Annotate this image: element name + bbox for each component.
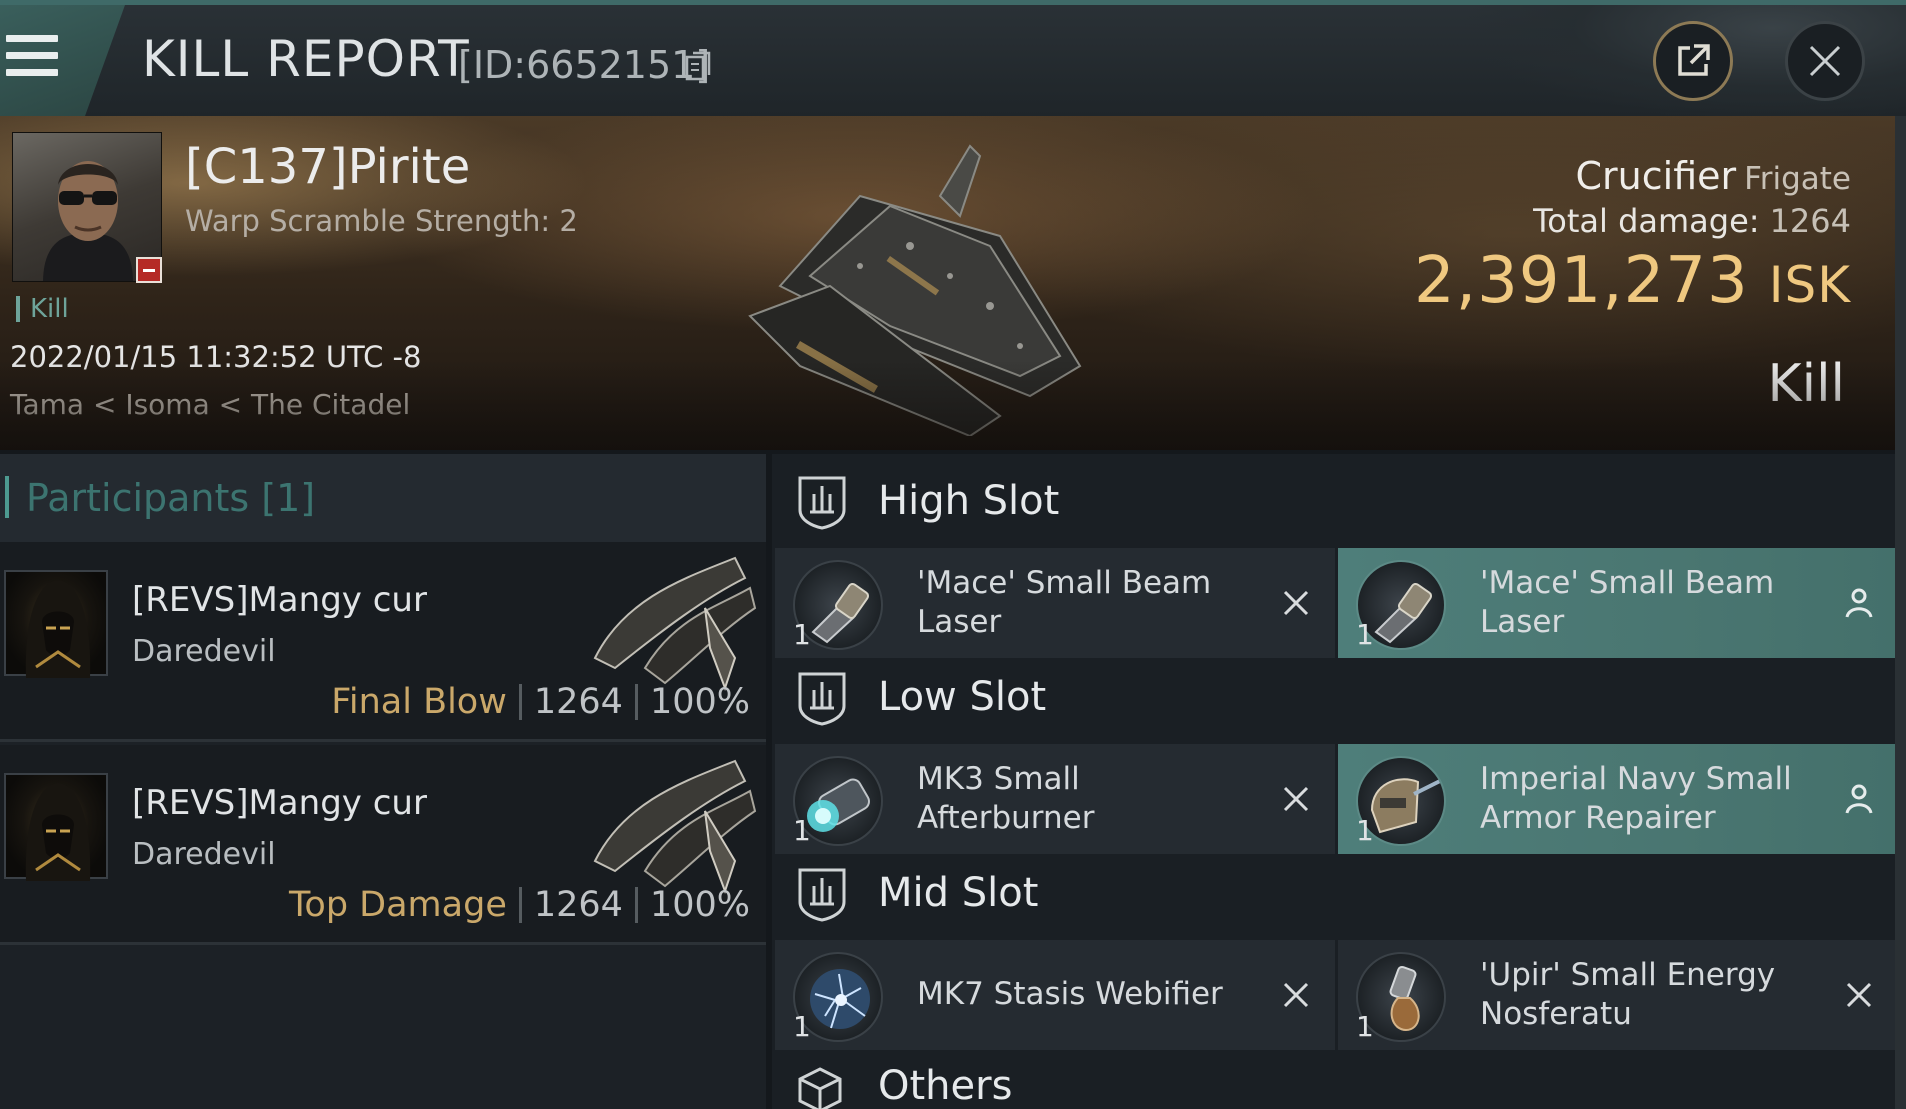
victim-name[interactable]: [C137]Pirite: [185, 139, 470, 195]
participants-title: Participants [1]: [26, 476, 316, 520]
ship-class: Frigate: [1744, 161, 1851, 197]
module-name: 'Mace' Small Beam Laser: [917, 565, 1212, 640]
module-item[interactable]: 1 Imperial Navy Small Armor Repairer: [1338, 744, 1898, 854]
module-name: Imperial Navy Small Armor Repairer: [1480, 761, 1792, 836]
participant-percent: 100%: [649, 885, 750, 925]
module-qty: 1: [793, 1010, 811, 1043]
fitting-panel: High Slot 1 'Mace' Small Beam Laser 1 'M…: [772, 454, 1906, 1109]
participant-name[interactable]: [REVS]Mangy cur: [132, 580, 427, 620]
kill-datetime: 2022/01/15 11:32:52 UTC -8: [10, 340, 422, 374]
module-name: 'Upir' Small Energy Nosferatu: [1480, 957, 1776, 1032]
hooded-pilot-image: [25, 580, 91, 678]
participant-row[interactable]: [REVS]Mangy cur Daredevil Top Damage 126…: [0, 745, 766, 945]
module-qty: 1: [793, 814, 811, 847]
module-qty: 1: [1356, 618, 1374, 651]
low-slot-header: Low Slot: [772, 650, 1906, 744]
participant-role: Top Damage: [288, 885, 507, 925]
participants-panel: Participants [1] [REVS]Mangy cur Daredev…: [0, 454, 766, 1109]
isk-value: 2,391,273 ISK: [1414, 244, 1851, 318]
victim-ship-render[interactable]: [740, 136, 1130, 436]
total-damage-label: Total damage:: [1533, 202, 1760, 240]
destroyed-x-icon: [1846, 982, 1872, 1008]
mid-slot-header: Mid Slot: [772, 846, 1906, 940]
warp-scramble-strength: Warp Scramble Strength: 2: [185, 204, 578, 238]
copy-icon[interactable]: [685, 51, 711, 83]
others-label: Others: [878, 1063, 1013, 1109]
participant-ship: Daredevil: [132, 634, 276, 669]
participant-portrait[interactable]: [4, 570, 108, 678]
high-slot-icon: [798, 476, 846, 530]
kill-type-tag: Kill: [16, 296, 69, 322]
module-item[interactable]: 1 MK3 Small Afterburner: [775, 744, 1335, 854]
participant-ship: Daredevil: [132, 837, 276, 872]
divider: [634, 887, 638, 923]
header-bar: KILL REPORT [ID:6652151]: [0, 0, 1906, 121]
module-name: 'Mace' Small Beam Laser: [1480, 565, 1775, 640]
module-name: MK7 Stasis Webifier: [917, 976, 1223, 1012]
participants-header[interactable]: Participants [1]: [0, 454, 766, 542]
participant-ship-render[interactable]: [585, 751, 760, 901]
others-header: Others: [772, 1051, 1906, 1109]
isk-unit: ISK: [1768, 256, 1851, 314]
divider: [518, 887, 522, 923]
cargo-box-icon: [798, 1067, 842, 1109]
ship-name: Crucifier: [1575, 154, 1737, 198]
victim-ship-type[interactable]: Crucifier Frigate: [1576, 154, 1851, 198]
low-slot-label: Low Slot: [878, 674, 1047, 720]
participant-damage: 1264: [533, 885, 623, 925]
module-item[interactable]: 1 'Mace' Small Beam Laser: [775, 548, 1335, 658]
destroyed-x-icon: [1283, 982, 1309, 1008]
mid-slot-label: Mid Slot: [878, 870, 1039, 916]
participant-row[interactable]: [REVS]Mangy cur Daredevil Final Blow 126…: [0, 542, 766, 742]
window-edge: [1895, 116, 1906, 1109]
module-qty: 1: [1356, 814, 1374, 847]
module-qty: 1: [793, 618, 811, 651]
kill-id: [ID:6652151]: [458, 43, 711, 87]
close-button[interactable]: [1785, 21, 1865, 101]
page-title: KILL REPORT: [142, 30, 470, 88]
participants-accent-bar: [5, 476, 9, 518]
close-icon: [1809, 45, 1841, 77]
divider: [518, 684, 522, 720]
external-link-icon: [1678, 44, 1710, 76]
share-button[interactable]: [1653, 21, 1733, 101]
participant-percent: 100%: [649, 682, 750, 722]
dropped-person-icon: [1845, 784, 1873, 814]
participant-stats: Top Damage 1264 100%: [289, 885, 750, 925]
destroyed-x-icon: [1283, 786, 1309, 812]
hamburger-menu-icon[interactable]: [6, 35, 58, 79]
high-slot-label: High Slot: [878, 478, 1060, 524]
hostile-status-badge: [136, 257, 162, 283]
kill-location[interactable]: Tama < Isoma < The Citadel: [10, 388, 410, 421]
participant-stats: Final Blow 1264 100%: [331, 682, 750, 722]
participant-role: Final Blow: [331, 682, 507, 722]
isk-amount: 2,391,273: [1414, 244, 1749, 318]
destroyed-x-icon: [1283, 590, 1309, 616]
participant-damage: 1264: [533, 682, 623, 722]
participant-name[interactable]: [REVS]Mangy cur: [132, 783, 427, 823]
menu-button[interactable]: [0, 5, 125, 116]
module-qty: 1: [1356, 1010, 1374, 1043]
module-item[interactable]: 1 'Upir' Small Energy Nosferatu: [1338, 940, 1898, 1050]
total-damage-value: 1264: [1769, 202, 1851, 240]
participant-ship-render[interactable]: [585, 548, 760, 698]
hooded-pilot-image: [25, 783, 91, 881]
high-slot-header: High Slot: [772, 454, 1906, 548]
total-damage: Total damage: 1264: [1533, 202, 1851, 240]
kill-result: Kill: [1767, 354, 1845, 414]
module-name: MK3 Small Afterburner: [917, 761, 1095, 836]
module-item[interactable]: 1 MK7 Stasis Webifier: [775, 940, 1335, 1050]
participant-portrait[interactable]: [4, 773, 108, 881]
dropped-person-icon: [1845, 588, 1873, 618]
low-slot-icon: [798, 672, 846, 726]
victim-banner: [C137]Pirite Warp Scramble Strength: 2 K…: [0, 116, 1895, 450]
module-item[interactable]: 1 'Mace' Small Beam Laser: [1338, 548, 1898, 658]
mid-slot-icon: [798, 868, 846, 922]
divider: [634, 684, 638, 720]
